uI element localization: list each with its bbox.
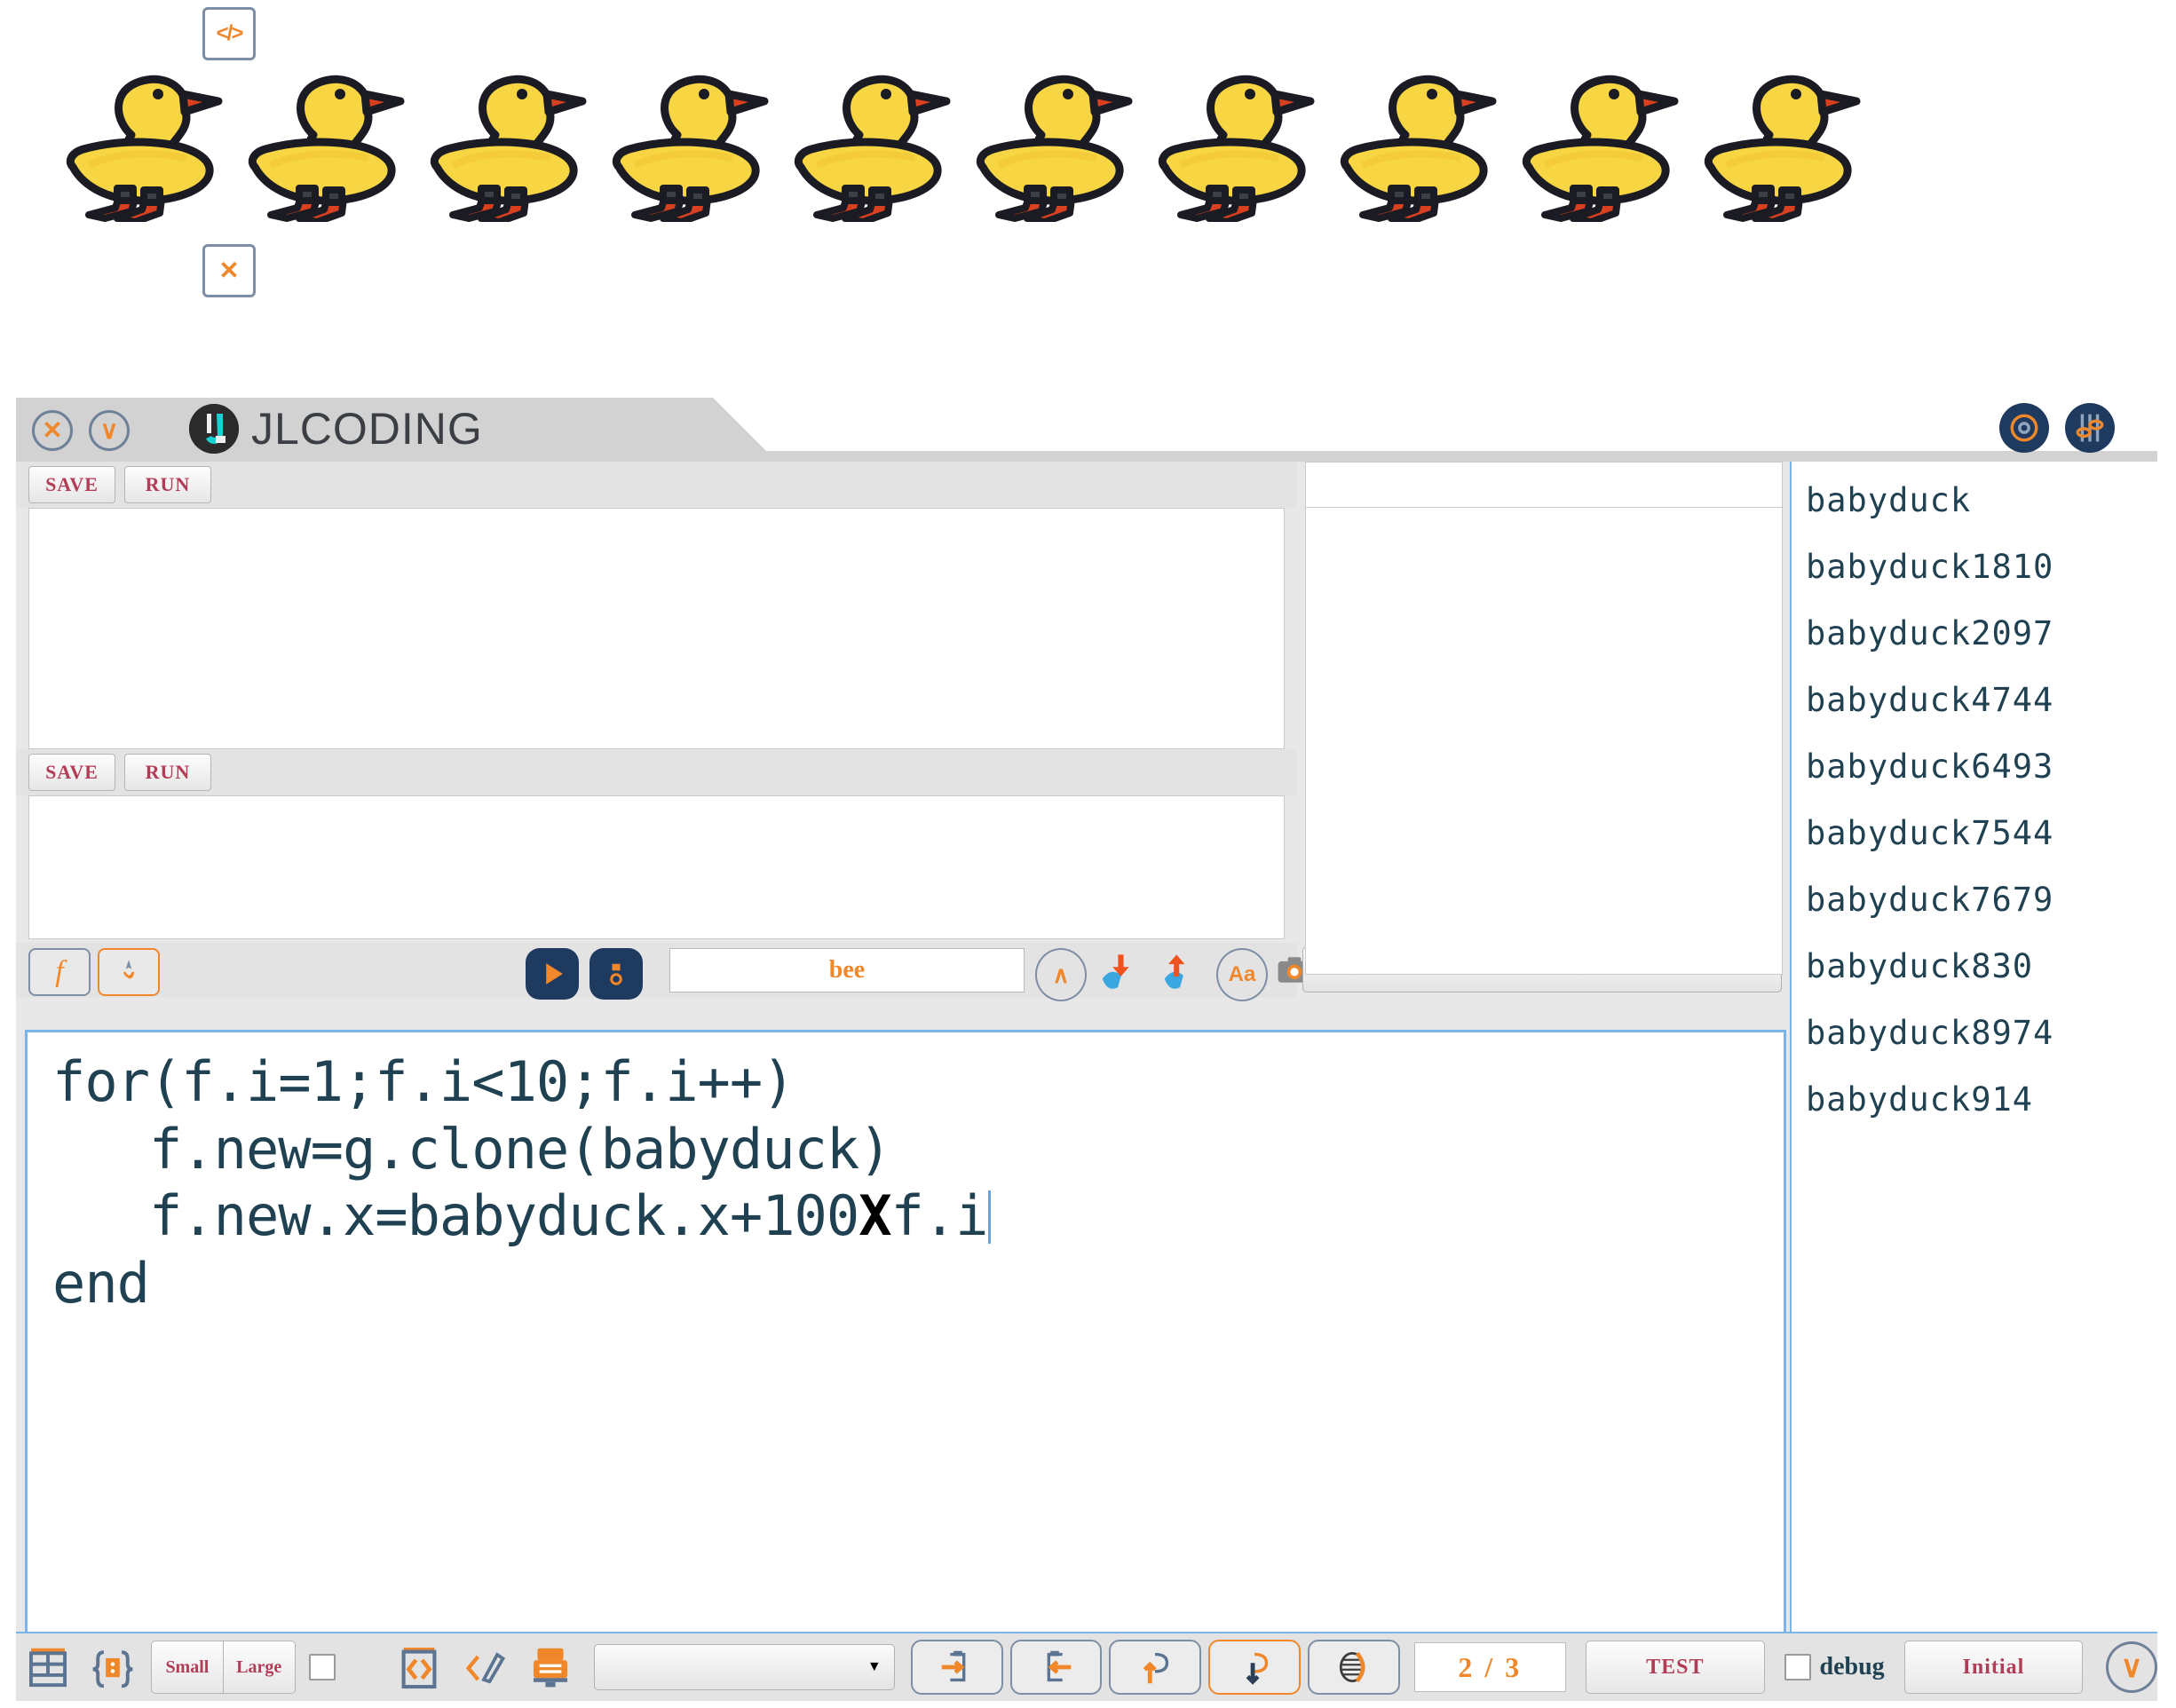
braces-icon[interactable] bbox=[80, 1642, 146, 1692]
duck-sprite[interactable] bbox=[417, 36, 621, 222]
object-list-item[interactable]: babyduck7679 bbox=[1792, 866, 2157, 933]
middle-preview-panel[interactable] bbox=[1305, 508, 1783, 975]
app-window: ✕ ∨ JLCODING SAVE RUN SAVE RUN f bee ∧ A… bbox=[16, 398, 2157, 1696]
chevron-down-icon: ∨ bbox=[2120, 1650, 2143, 1684]
grid-view-icon[interactable] bbox=[16, 1641, 80, 1693]
brand: JLCODING bbox=[189, 403, 483, 455]
close-badge-icon[interactable]: ✕ bbox=[202, 244, 256, 297]
object-list-item[interactable]: babyduck bbox=[1792, 467, 2157, 534]
duck-sprite[interactable] bbox=[1327, 36, 1531, 222]
object-list-item[interactable]: babyduck6493 bbox=[1792, 733, 2157, 800]
run-button-a[interactable]: RUN bbox=[124, 466, 211, 503]
status-bar: Small Large ▼ 2 / 3 TEST debug Initial ∨ bbox=[16, 1632, 2158, 1701]
close-badge-label: ✕ bbox=[218, 257, 240, 284]
object-list-item[interactable]: babyduck914 bbox=[1792, 1066, 2157, 1133]
editor-b-toolbar: SAVE RUN bbox=[16, 749, 1297, 795]
title-bar: ✕ ∨ JLCODING bbox=[16, 398, 2157, 462]
window-body: SAVE RUN SAVE RUN f bee ∧ Aa for(f.i=1;f… bbox=[16, 462, 2157, 1696]
step-back-button[interactable] bbox=[1009, 1640, 1103, 1695]
duck-stage: </> ✕ bbox=[0, 0, 2176, 391]
code-edit-icon[interactable] bbox=[454, 1643, 516, 1691]
object-list-item[interactable]: babyduck4744 bbox=[1792, 667, 2157, 733]
page-indicator: 2 / 3 bbox=[1413, 1642, 1567, 1692]
play-button[interactable] bbox=[526, 948, 579, 1000]
object-list-item[interactable]: babyduck8974 bbox=[1792, 1000, 2157, 1066]
function-icon: f bbox=[55, 955, 64, 988]
debug-label: debug bbox=[1819, 1653, 1885, 1680]
sliders-icon[interactable] bbox=[2065, 403, 2115, 453]
save-button-b[interactable]: SAVE bbox=[28, 754, 115, 791]
initial-button[interactable]: Initial bbox=[1903, 1641, 2084, 1694]
object-name-input[interactable]: bee bbox=[669, 948, 1025, 992]
upload-button[interactable] bbox=[1109, 1640, 1202, 1695]
print-icon[interactable] bbox=[516, 1642, 585, 1692]
object-list-item[interactable]: babyduck830 bbox=[1792, 933, 2157, 1000]
main-toolbar: f bee ∧ Aa bbox=[16, 943, 1782, 1001]
logo-icon bbox=[189, 404, 239, 454]
duck-sprite[interactable] bbox=[963, 36, 1167, 222]
editor-panel-a[interactable] bbox=[28, 508, 1285, 749]
code-view-icon[interactable] bbox=[384, 1641, 454, 1693]
debug-checkbox[interactable] bbox=[1784, 1654, 1811, 1680]
collapse-down-button[interactable]: ∨ bbox=[2106, 1641, 2158, 1693]
function-button[interactable]: f bbox=[28, 948, 91, 996]
collapse-up-button[interactable]: ∧ bbox=[1035, 948, 1087, 1001]
import-icon[interactable] bbox=[1096, 950, 1142, 997]
save-icon-button[interactable] bbox=[589, 948, 643, 1000]
export-icon[interactable] bbox=[1158, 950, 1204, 997]
contrast-button[interactable] bbox=[1307, 1640, 1400, 1695]
status-checkbox-wrap[interactable] bbox=[296, 1654, 349, 1680]
editor-panel-b[interactable] bbox=[28, 795, 1285, 939]
chevron-down-icon: ▼ bbox=[866, 1659, 882, 1674]
close-icon: ✕ bbox=[42, 416, 63, 444]
size-large-button[interactable]: Large bbox=[223, 1641, 296, 1694]
duck-sprite[interactable] bbox=[781, 36, 985, 222]
status-checkbox[interactable] bbox=[308, 1654, 336, 1680]
left-column: SAVE RUN SAVE RUN f bee ∧ Aa for(f.i=1;f… bbox=[16, 462, 1786, 1642]
pointer-button[interactable] bbox=[98, 948, 160, 996]
code-editor[interactable]: for(f.i=1;f.i<10;f.i++) f.new=g.clone(ba… bbox=[25, 1030, 1786, 1642]
chevron-up-icon: ∧ bbox=[1052, 961, 1070, 988]
middle-top-field[interactable] bbox=[1305, 462, 1783, 508]
title-strip bbox=[766, 451, 2157, 462]
editor-a-toolbar: SAVE RUN bbox=[16, 462, 1297, 508]
object-list-item[interactable]: babyduck1810 bbox=[1792, 534, 2157, 600]
test-button[interactable]: TEST bbox=[1586, 1641, 1765, 1694]
window-collapse-button[interactable]: ∨ bbox=[89, 410, 130, 451]
page-title: JLCODING bbox=[251, 404, 483, 454]
chevron-down-icon: ∨ bbox=[99, 416, 119, 444]
font-icon: Aa bbox=[1228, 962, 1256, 986]
duck-sprite[interactable] bbox=[235, 36, 439, 222]
object-list-item[interactable]: babyduck7544 bbox=[1792, 800, 2157, 866]
download-button[interactable] bbox=[1208, 1640, 1301, 1695]
duck-sprite[interactable] bbox=[1145, 36, 1349, 222]
window-close-button[interactable]: ✕ bbox=[32, 410, 73, 451]
size-small-button[interactable]: Small bbox=[151, 1641, 224, 1694]
object-name-value: bee bbox=[828, 956, 866, 984]
duck-sprite[interactable] bbox=[599, 36, 803, 222]
duck-sprite[interactable] bbox=[53, 36, 257, 222]
font-size-button[interactable]: Aa bbox=[1216, 948, 1268, 1001]
run-button-b[interactable]: RUN bbox=[124, 754, 211, 791]
code-text: for(f.i=1;f.i<10;f.i++) f.new=g.clone(ba… bbox=[52, 1048, 1784, 1317]
object-list[interactable]: babyduck babyduck1810 babyduck2097 babyduck… bbox=[1790, 462, 2157, 1696]
gear-icon[interactable] bbox=[1999, 403, 2049, 453]
middle-column bbox=[1305, 462, 1783, 975]
duck-sprite[interactable] bbox=[1691, 36, 1895, 222]
duck-sprite[interactable] bbox=[1509, 36, 1713, 222]
object-list-item[interactable]: babyduck2097 bbox=[1792, 600, 2157, 667]
save-button-a[interactable]: SAVE bbox=[28, 466, 115, 503]
step-forward-button[interactable] bbox=[910, 1640, 1003, 1695]
status-select[interactable]: ▼ bbox=[593, 1644, 895, 1690]
